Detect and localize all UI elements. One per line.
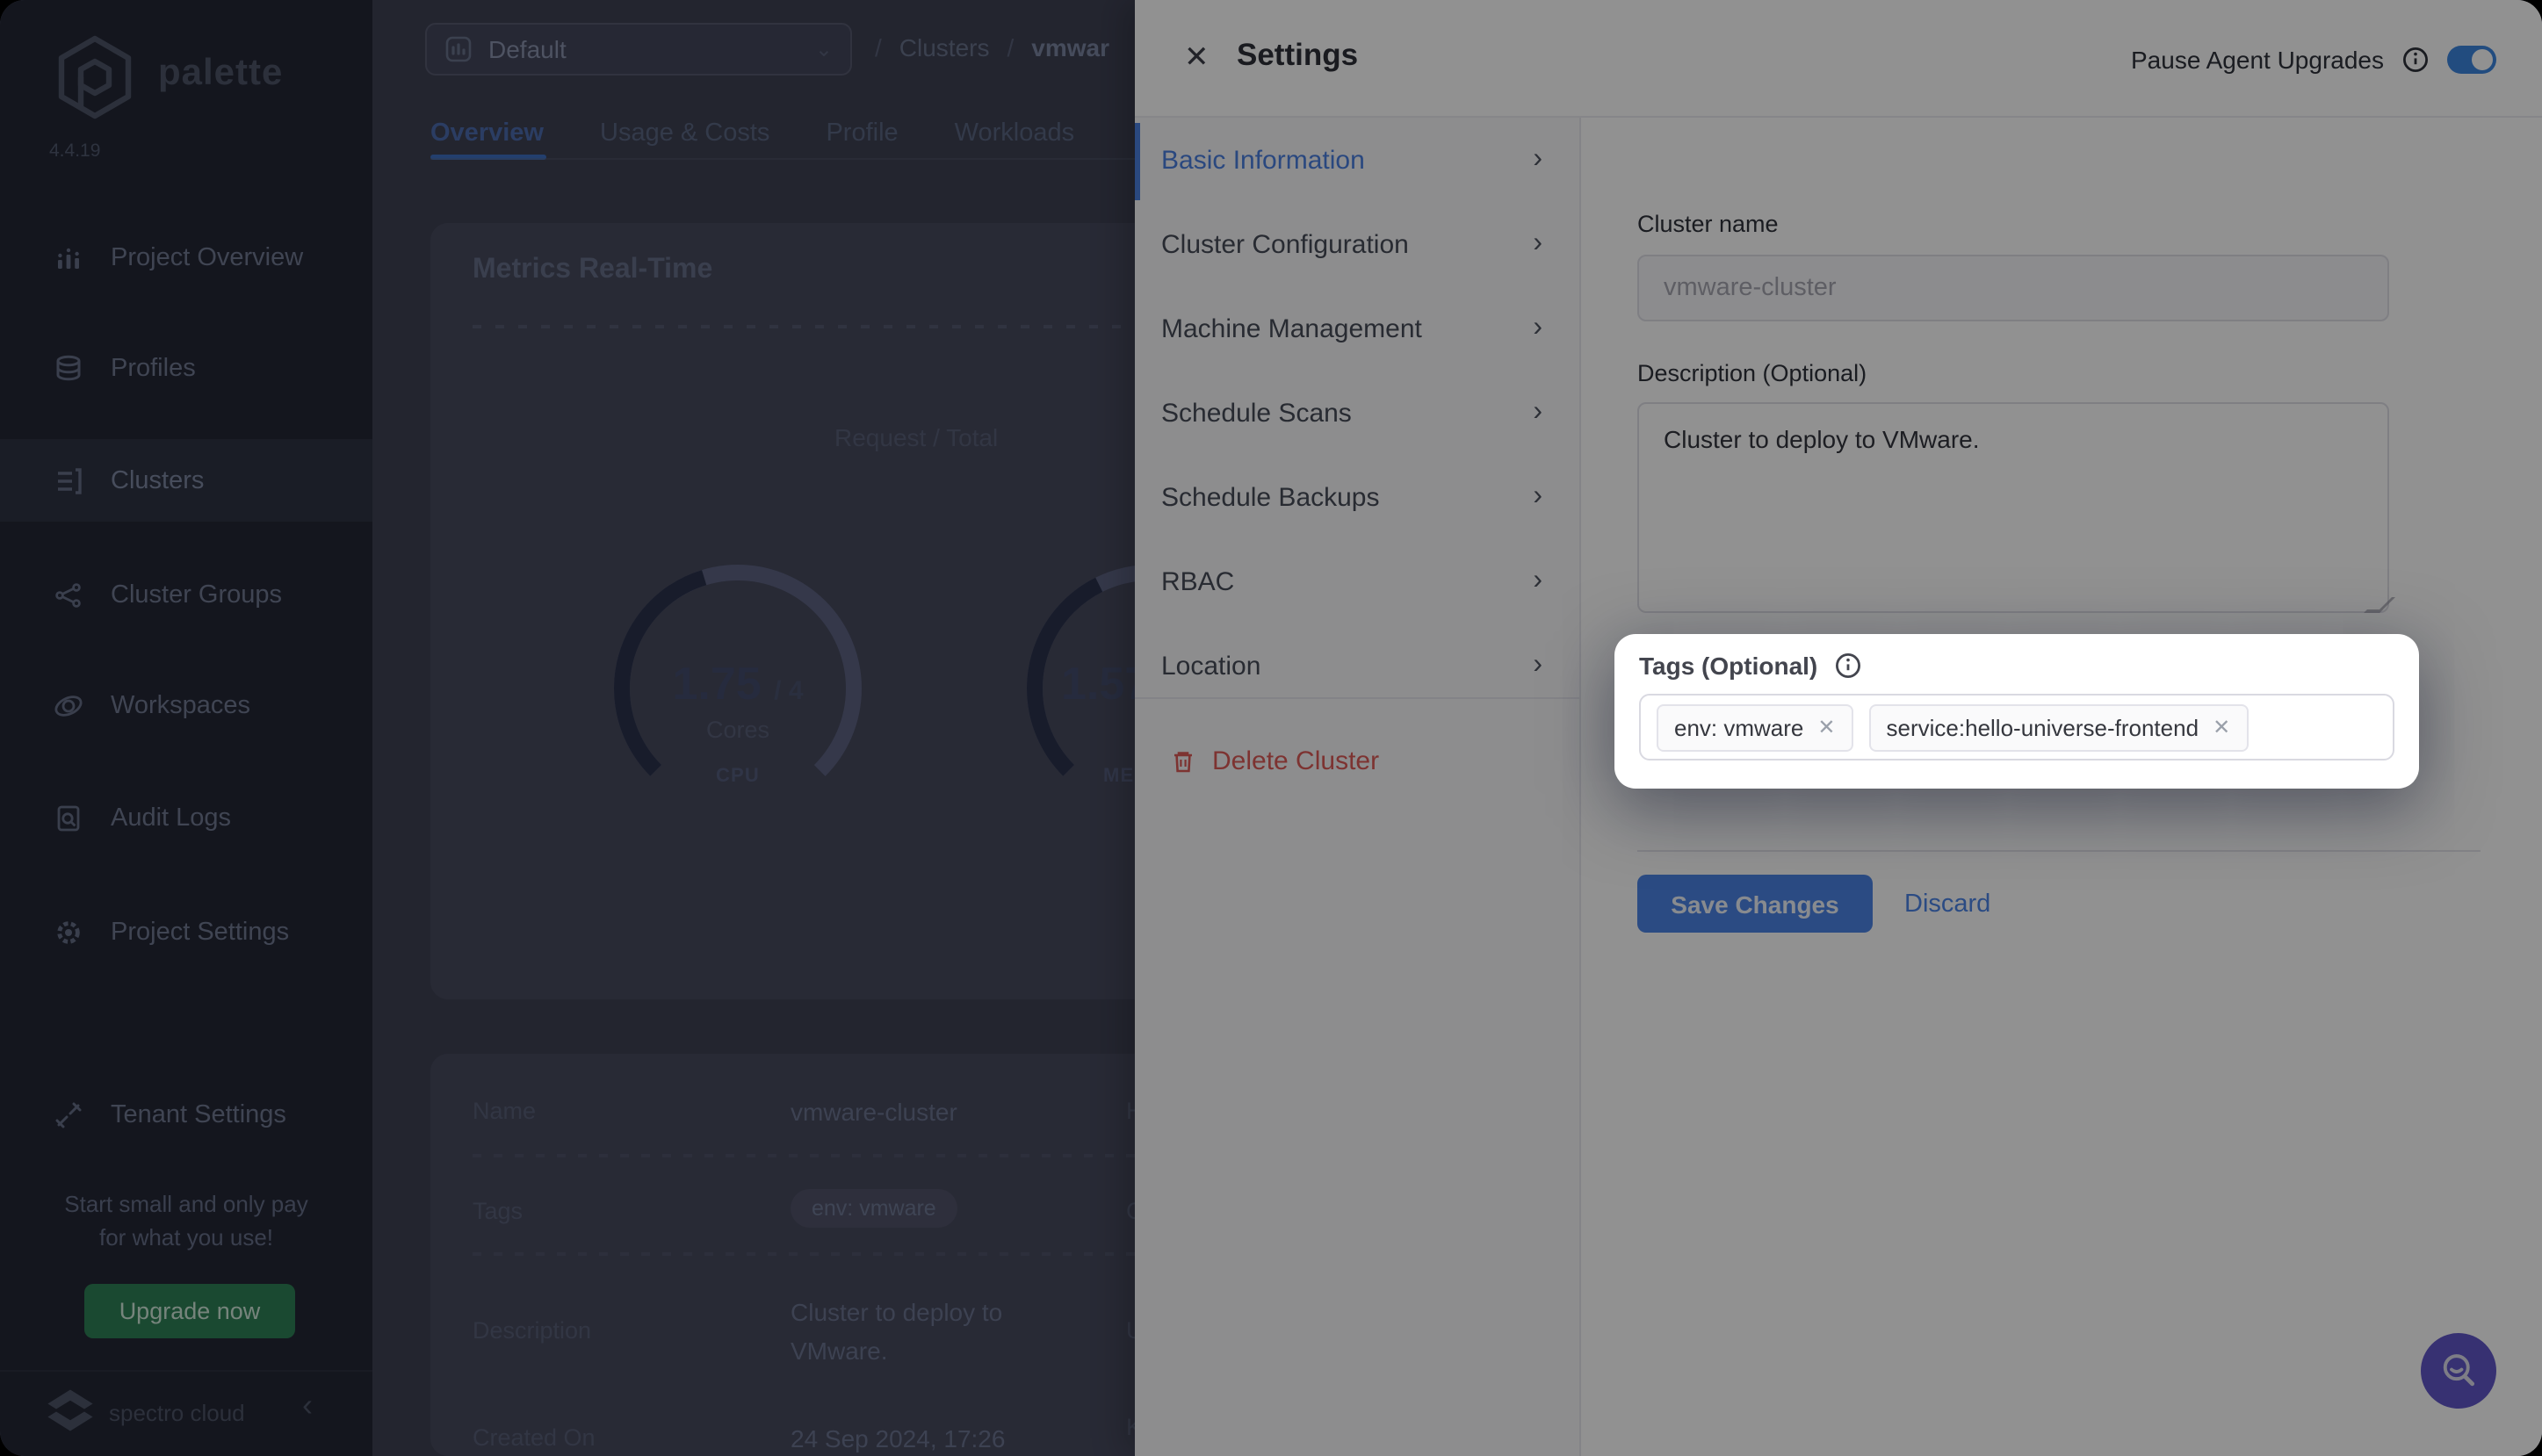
remove-tag-icon[interactable]: ✕	[2213, 715, 2230, 739]
info-icon[interactable]	[1833, 652, 1861, 680]
tags-label-row: Tags (Optional)	[1639, 652, 1861, 680]
tag-chip-service-hello-universe-frontend: service:hello-universe-frontend ✕	[1869, 703, 2249, 751]
tags-input[interactable]: env: vmware ✕ service:hello-universe-fro…	[1639, 694, 2394, 760]
remove-tag-icon[interactable]: ✕	[1817, 715, 1835, 739]
spotlight-tags-section: Tags (Optional) env: vmware ✕ service:he…	[1614, 634, 2419, 789]
tags-label: Tags (Optional)	[1639, 652, 1817, 680]
tag-chip-env-vmware: env: vmware ✕	[1657, 703, 1853, 751]
app-window: palette 4.4.19 Project Overview Profiles…	[0, 0, 2542, 1456]
